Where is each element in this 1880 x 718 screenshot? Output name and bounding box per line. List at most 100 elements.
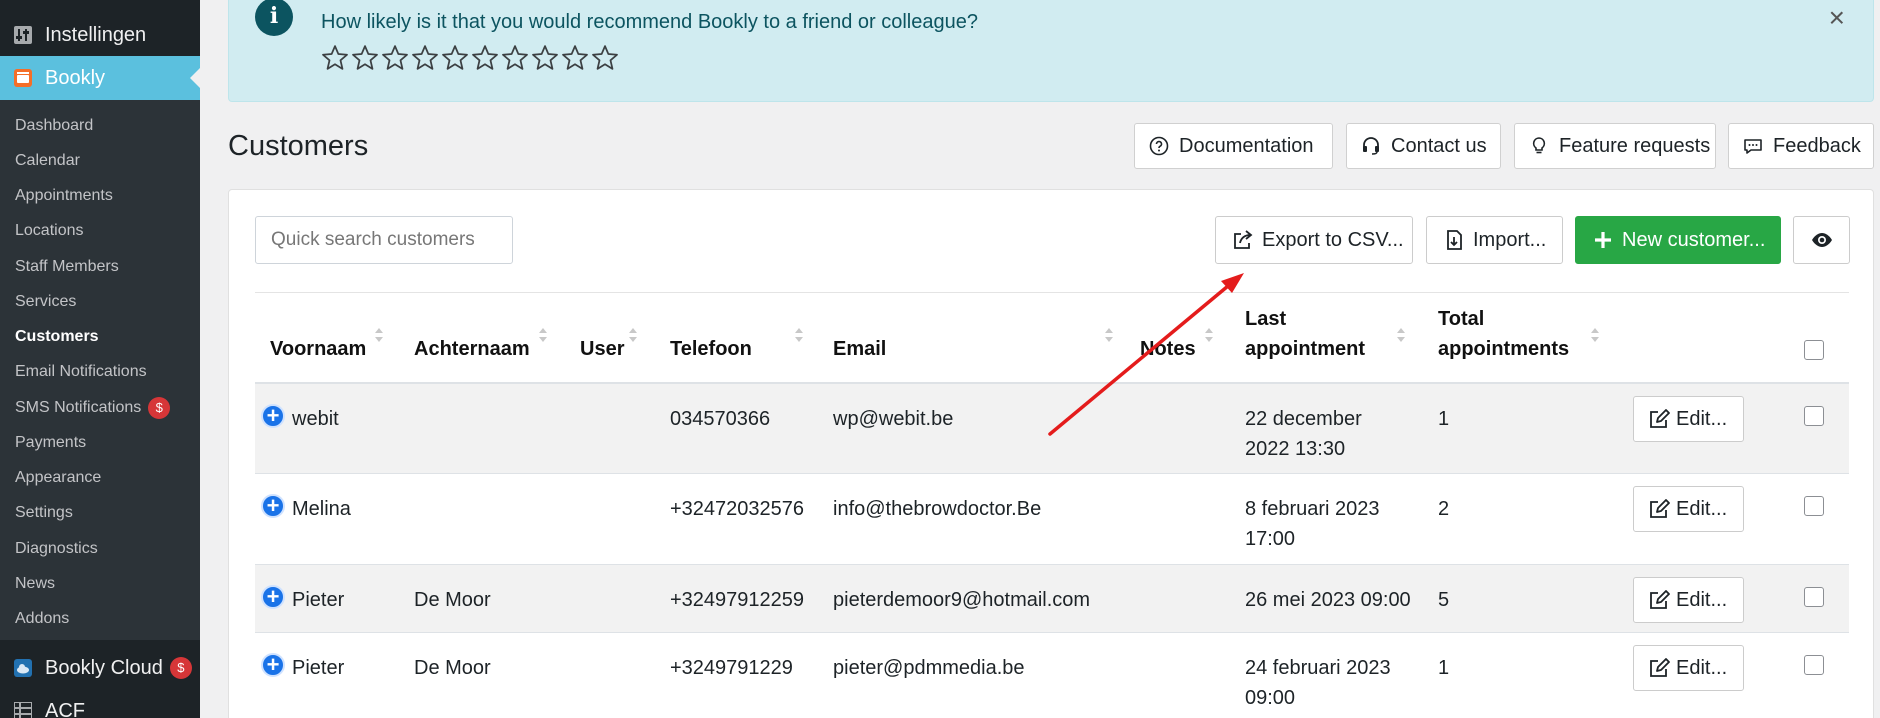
- expand-row-icon[interactable]: +: [261, 404, 285, 428]
- submenu-item-staff-members[interactable]: Staff Members: [15, 258, 119, 276]
- button-label: Export to CSV...: [1262, 228, 1404, 251]
- import-button[interactable]: Import...: [1426, 216, 1563, 264]
- sort-icon[interactable]: [539, 328, 547, 344]
- row-checkbox[interactable]: [1804, 655, 1824, 675]
- cell-line: 8 februari 2023: [1245, 498, 1380, 520]
- button-label: Edit...: [1676, 407, 1728, 430]
- edit-icon: [1650, 499, 1670, 518]
- expand-row-icon[interactable]: +: [261, 653, 285, 677]
- close-icon[interactable]: ×: [1829, 2, 1845, 34]
- menu-item-acf[interactable]: ACF: [0, 696, 200, 718]
- cell-phone: +32497912259: [670, 589, 805, 611]
- star-icon[interactable]: [501, 44, 529, 72]
- sms-badge: $: [148, 397, 171, 419]
- cell-first-name: Pieter: [292, 589, 345, 611]
- submenu-item-sms-notifications[interactable]: SMS Notifications $: [15, 397, 171, 419]
- menu-item-instellingen[interactable]: Instellingen: [0, 18, 200, 52]
- feedback-button[interactable]: Feedback: [1728, 123, 1874, 169]
- column-header-telefoon[interactable]: Telefoon: [670, 334, 752, 364]
- submenu-item-settings[interactable]: Settings: [15, 504, 73, 522]
- cell-line: 24 februari 2023: [1245, 657, 1391, 679]
- cell-email: pieterdemoor9@hotmail.com: [833, 589, 1091, 611]
- column-visibility-button[interactable]: [1793, 216, 1850, 264]
- column-header-achternaam[interactable]: Achternaam: [414, 334, 530, 364]
- question-circle-icon: [1149, 136, 1169, 156]
- sort-icon[interactable]: [1205, 328, 1213, 344]
- edit-customer-button[interactable]: Edit...: [1633, 396, 1744, 442]
- submenu-item-locations[interactable]: Locations: [15, 222, 84, 240]
- edit-customer-button[interactable]: Edit...: [1633, 645, 1744, 691]
- submenu-item-diagnostics[interactable]: Diagnostics: [15, 540, 98, 558]
- submenu-item-calendar[interactable]: Calendar: [15, 152, 80, 170]
- button-label: Edit...: [1676, 588, 1728, 611]
- contact-us-button[interactable]: Contact us: [1346, 123, 1501, 169]
- import-file-icon: [1447, 230, 1462, 250]
- column-header-voornaam[interactable]: Voornaam: [270, 334, 366, 364]
- export-csv-button[interactable]: Export to CSV...: [1215, 216, 1413, 264]
- edit-customer-button[interactable]: Edit...: [1633, 486, 1744, 532]
- cell-last-appointment: 26 mei 2023 09:00: [1245, 585, 1411, 615]
- star-icon[interactable]: [561, 44, 589, 72]
- menu-item-bookly-cloud[interactable]: Bookly Cloud $: [0, 650, 200, 686]
- documentation-button[interactable]: Documentation: [1134, 123, 1333, 169]
- star-icon[interactable]: [351, 44, 379, 72]
- submenu-item-dashboard[interactable]: Dashboard: [15, 117, 93, 135]
- star-icon[interactable]: [381, 44, 409, 72]
- menu-item-bookly[interactable]: Bookly: [0, 56, 200, 100]
- edit-customer-button[interactable]: Edit...: [1633, 577, 1744, 623]
- submenu-item-news[interactable]: News: [15, 575, 55, 593]
- expand-row-icon[interactable]: +: [261, 494, 285, 518]
- sort-icon[interactable]: [375, 328, 383, 344]
- rating-stars: [321, 44, 619, 72]
- menu-label: Instellingen: [45, 23, 147, 46]
- toolbar-divider: [255, 292, 1849, 293]
- cell-last-appointment: 8 februari 2023 17:00: [1245, 494, 1380, 554]
- search-input[interactable]: [255, 216, 513, 264]
- submenu-item-addons[interactable]: Addons: [15, 610, 69, 628]
- cell-last-appointment: 22 december 2022 13:30: [1245, 404, 1362, 464]
- column-header-total-appointments[interactable]: Total appointments: [1438, 304, 1569, 364]
- sort-icon[interactable]: [629, 328, 637, 344]
- cell-phone: +3249791229: [670, 657, 793, 679]
- submenu-item-email-notifications[interactable]: Email Notifications: [15, 363, 147, 381]
- row-checkbox[interactable]: [1804, 406, 1824, 426]
- star-icon[interactable]: [441, 44, 469, 72]
- submenu-item-services[interactable]: Services: [15, 293, 76, 311]
- submenu-item-customers[interactable]: Customers: [15, 328, 99, 346]
- feature-requests-button[interactable]: Feature requests: [1514, 123, 1716, 169]
- star-icon[interactable]: [591, 44, 619, 72]
- cloud-badge: $: [169, 657, 192, 680]
- column-header-notes[interactable]: Notes: [1140, 334, 1196, 364]
- row-checkbox[interactable]: [1804, 587, 1824, 607]
- sort-icon[interactable]: [1397, 328, 1405, 344]
- submenu-item-appearance[interactable]: Appearance: [15, 469, 101, 487]
- column-header-email[interactable]: Email: [833, 334, 886, 364]
- cell-first-name: Melina: [292, 498, 351, 520]
- sort-icon[interactable]: [1105, 328, 1113, 344]
- bookly-submenu: Dashboard Calendar Appointments Location…: [0, 100, 200, 640]
- star-icon[interactable]: [321, 44, 349, 72]
- cell-first-name: webit: [292, 408, 339, 430]
- eye-icon: [1811, 233, 1832, 247]
- admin-sidebar: Instellingen Bookly Dashboard Calendar A…: [0, 0, 200, 718]
- star-icon[interactable]: [531, 44, 559, 72]
- row-checkbox[interactable]: [1804, 496, 1824, 516]
- lightbulb-icon: [1532, 137, 1546, 154]
- submenu-item-payments[interactable]: Payments: [15, 434, 86, 452]
- cell-line: 2022 13:30: [1245, 438, 1346, 460]
- new-customer-button[interactable]: New customer...: [1575, 216, 1781, 264]
- sort-icon[interactable]: [795, 328, 803, 344]
- column-header-user[interactable]: User: [580, 334, 624, 364]
- column-header-last-appointment[interactable]: Last appointment: [1245, 304, 1365, 364]
- expand-row-icon[interactable]: +: [261, 585, 285, 609]
- button-label: Edit...: [1676, 656, 1728, 679]
- notice-text: How likely is it that you would recommen…: [321, 11, 978, 33]
- button-label: Feedback: [1773, 134, 1861, 157]
- submenu-item-appointments[interactable]: Appointments: [15, 187, 113, 205]
- star-icon[interactable]: [471, 44, 499, 72]
- sort-icon[interactable]: [1591, 328, 1599, 344]
- star-icon[interactable]: [411, 44, 439, 72]
- select-all-checkbox[interactable]: [1804, 340, 1824, 360]
- table-body: + webit 034570366 wp@webit.be 22 december 202…: [255, 384, 1849, 718]
- edit-icon: [1650, 658, 1670, 677]
